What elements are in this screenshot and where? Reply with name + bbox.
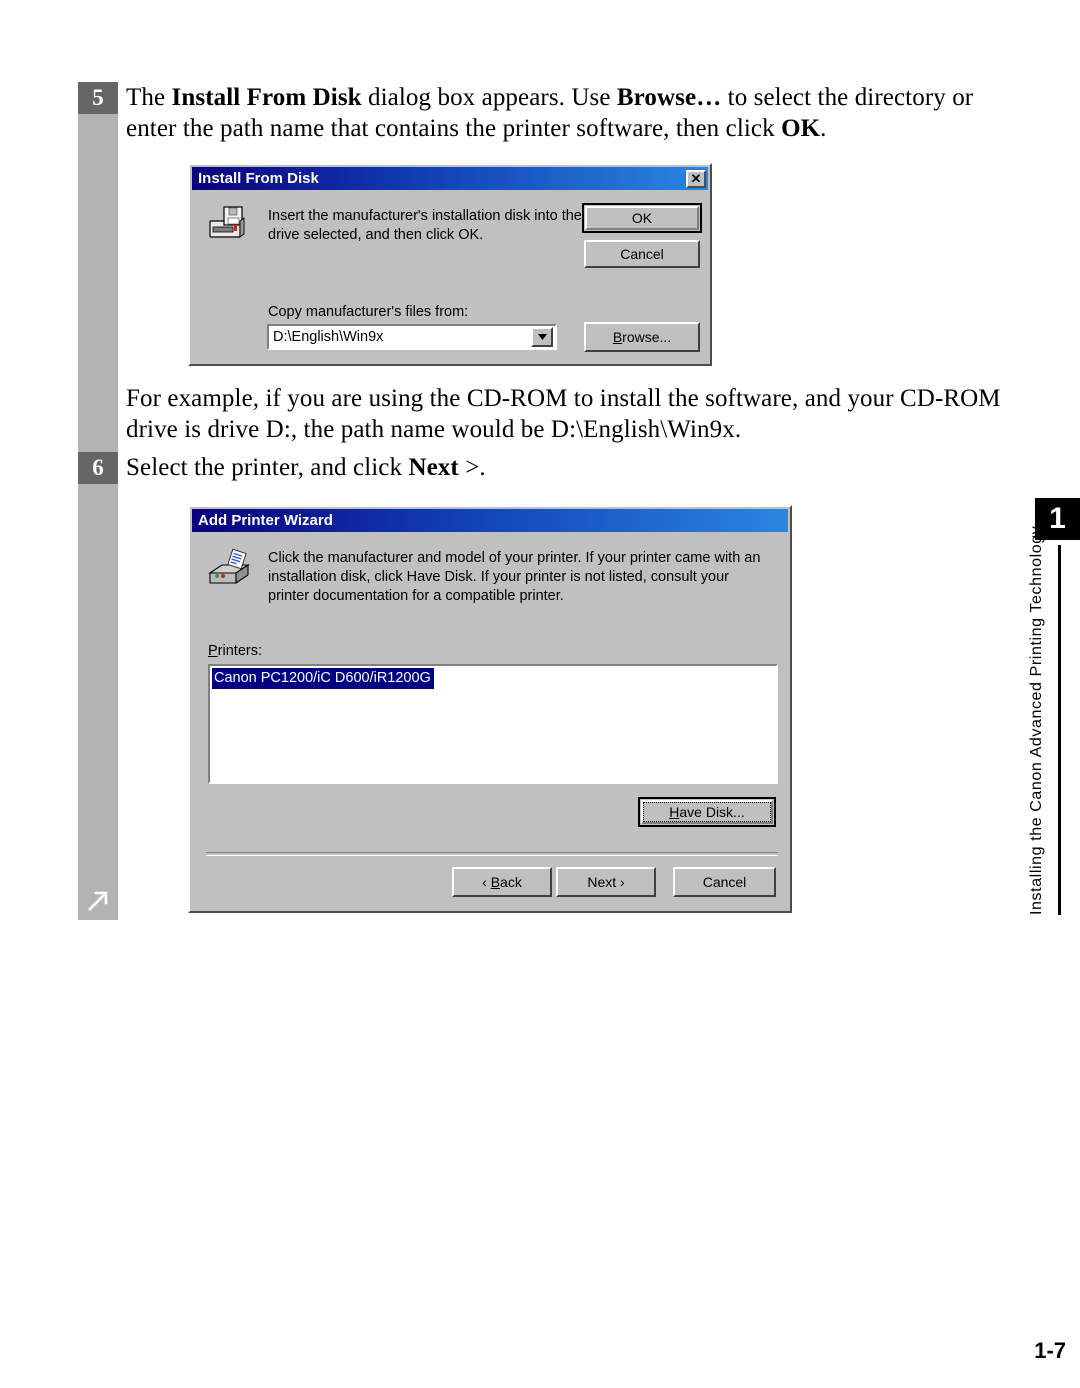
install-from-disk-title: Install From Disk [198, 170, 319, 187]
step-5-text: The Install From Disk dialog box appears… [126, 84, 974, 142]
list-item[interactable]: Canon PC1200/iC D600/iR1200G [212, 668, 434, 689]
have-disk-button-accesskey: H [669, 804, 680, 820]
step-rail [78, 82, 118, 920]
divider [206, 852, 778, 856]
back-button-chevron: ‹ [482, 874, 491, 890]
browse-button-label: rowse... [622, 329, 672, 345]
printers-label: Printers: [208, 642, 262, 661]
cancel-button[interactable]: Cancel [584, 240, 700, 268]
install-from-disk-message: Insert the manufacturer's installation d… [268, 208, 582, 243]
back-button[interactable]: ‹ Back [452, 867, 552, 897]
browse-button-accesskey: B [612, 329, 623, 345]
step-6-text: Select the printer, and click Next >. [126, 454, 486, 481]
add-printer-wizard-title: Add Printer Wizard [198, 512, 333, 529]
printer-listbox[interactable]: Canon PC1200/iC D600/iR1200G [208, 664, 778, 784]
floppy-disk-drive-icon [208, 205, 252, 243]
path-combobox[interactable]: D:\English\Win9x [267, 324, 557, 350]
have-disk-button[interactable]: Have Disk... [638, 797, 776, 827]
back-button-label: ack [500, 874, 522, 890]
close-icon[interactable]: ✕ [686, 169, 706, 188]
next-button[interactable]: Next › [556, 867, 656, 897]
have-disk-button-label: ave Disk... [679, 804, 745, 820]
wizard-cancel-button[interactable]: Cancel [673, 867, 776, 897]
chapter-rule [1058, 545, 1061, 915]
add-printer-wizard-title-bar[interactable]: Add Printer Wizard [192, 509, 788, 532]
step-number-badge-5: 5 [78, 82, 118, 114]
install-from-disk-dialog: Install From Disk ✕ Insert the manufactu… [188, 163, 712, 366]
path-input[interactable]: D:\English\Win9x [269, 329, 531, 345]
chevron-down-icon[interactable] [531, 327, 553, 347]
ok-button[interactable]: OK [582, 203, 702, 233]
chapter-title-vertical: Installing the Canon Advanced Printing T… [1028, 525, 1045, 915]
printer-icon [206, 547, 258, 593]
copy-files-from-label: Copy manufacturer's files from: [268, 304, 469, 320]
page-number: 1-7 [1034, 1338, 1066, 1363]
back-button-accesskey: B [490, 874, 501, 890]
install-from-disk-title-bar[interactable]: Install From Disk ✕ [192, 167, 708, 190]
printers-label-text: rinters: [217, 643, 262, 659]
printers-label-accesskey: P [208, 643, 218, 659]
step-number-badge-6: 6 [78, 452, 118, 484]
ok-button-label: OK [585, 206, 699, 230]
add-printer-wizard-message: Click the manufacturer and model of your… [268, 550, 761, 604]
example-paragraph-text: For example, if you are using the CD-ROM… [126, 385, 1001, 443]
add-printer-wizard-dialog: Add Printer Wizard Click the manufacture… [188, 505, 792, 913]
browse-button[interactable]: Browse... [584, 322, 700, 352]
arrow-up-right-icon [83, 886, 113, 916]
